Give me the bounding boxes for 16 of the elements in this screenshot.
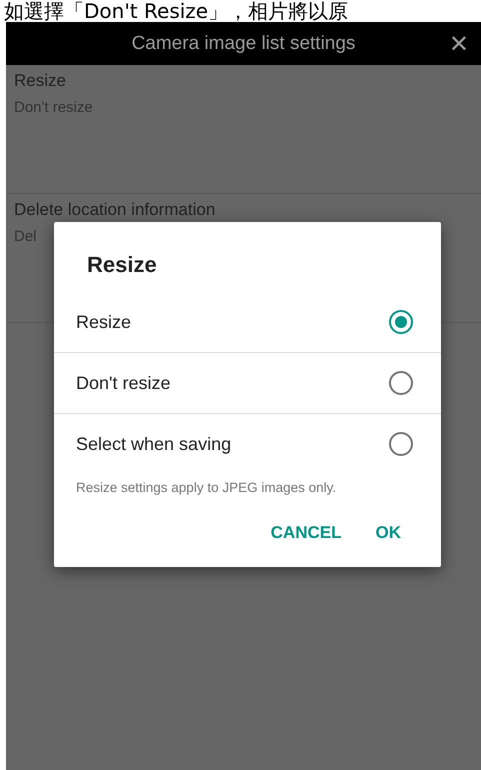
radio-option[interactable]: Resize: [54, 292, 441, 353]
option-label: Select when saving: [76, 434, 232, 454]
radio-option[interactable]: Don't resize: [54, 353, 441, 414]
dialog-button[interactable]: CANCEL: [258, 517, 354, 549]
radio-option[interactable]: Select when saving: [54, 414, 441, 474]
radio-button[interactable]: [389, 371, 413, 395]
option-label: Don't resize: [76, 372, 170, 394]
radio-button[interactable]: [389, 432, 413, 456]
screen-title: Camera image list settings: [132, 32, 356, 54]
option-label: Resize: [76, 312, 132, 332]
dialog-button[interactable]: OK: [364, 517, 413, 549]
dialog-note: Resize settings apply to JPEG images only.: [76, 480, 336, 495]
close-button[interactable]: ✕: [444, 28, 473, 60]
radio-button[interactable]: [389, 310, 413, 334]
dialog-title: Resize: [87, 252, 157, 278]
caption-text: 如選擇「Don't Resize」，相片將以原: [3, 0, 350, 22]
